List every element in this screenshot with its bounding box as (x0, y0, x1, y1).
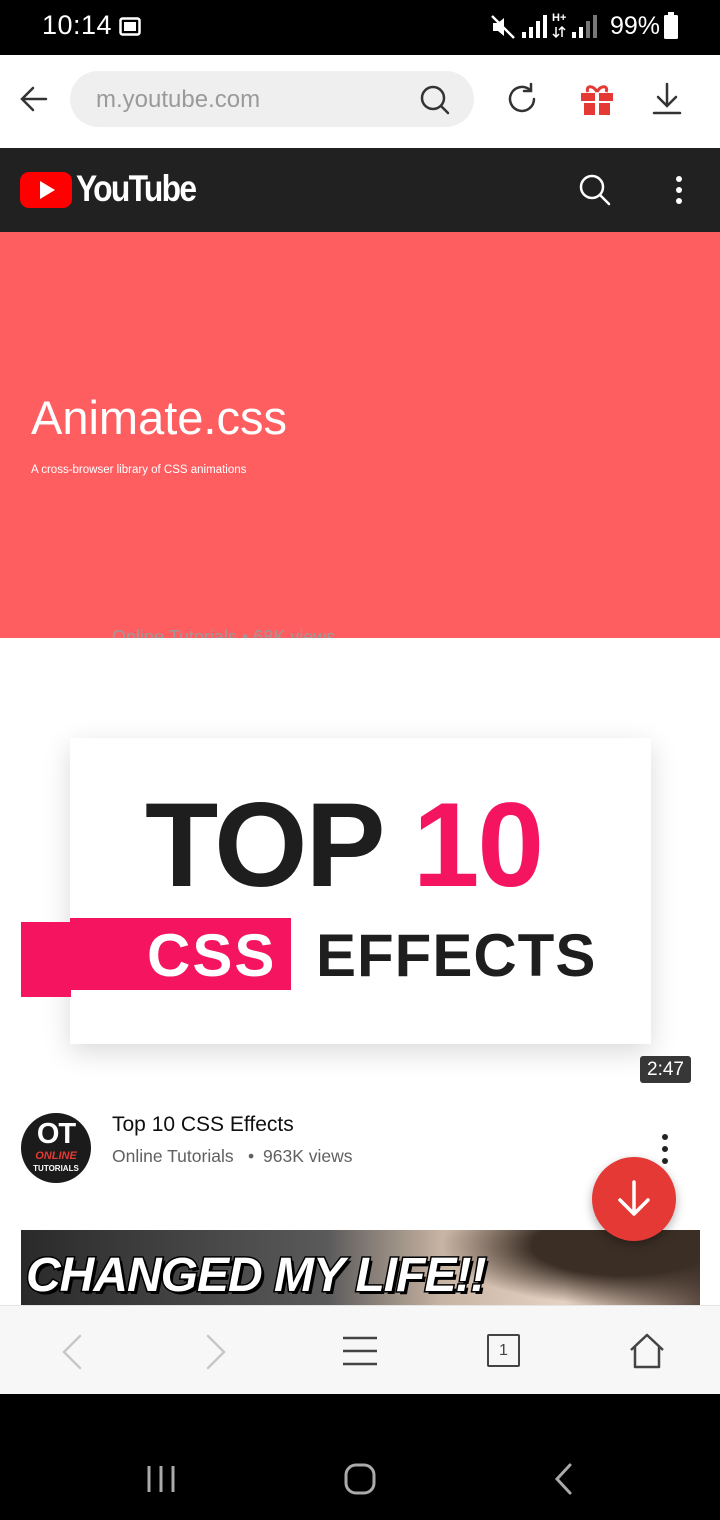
browser-toolbar: m.youtube.com (0, 55, 720, 148)
tabs-icon[interactable]: 1 (487, 1334, 520, 1367)
battery-icon (664, 12, 678, 39)
playing-video-player[interactable]: Animate.css A cross-browser library of C… (0, 232, 720, 638)
nav-back-icon[interactable] (60, 1334, 84, 1370)
channel-avatar[interactable]: OT ONLINE TUTORIALS (21, 1113, 91, 1183)
arrow-down-icon (618, 1180, 650, 1216)
thumbnail-effects-word: EFFECTS (316, 922, 597, 989)
video-more-icon[interactable] (656, 1133, 674, 1165)
thumbnail-top-word: TOP (145, 778, 383, 912)
url-text[interactable]: m.youtube.com (96, 86, 260, 114)
home-icon[interactable] (628, 1332, 666, 1370)
scroll-down-button[interactable] (592, 1157, 676, 1241)
video-duration-badge: 2:47 (640, 1056, 691, 1083)
signal-icon-1 (522, 15, 547, 38)
youtube-wordmark[interactable]: YouTube (76, 168, 197, 210)
thumbnail-number: 10 (412, 778, 544, 912)
tab-count: 1 (499, 1342, 508, 1359)
previous-video-meta: Online Tutorials • 68K views (112, 627, 336, 638)
hero-title: Animate.css (31, 391, 287, 444)
browser-bottom-nav: 1 (0, 1305, 720, 1394)
gift-icon[interactable] (578, 80, 616, 118)
system-home-icon[interactable] (343, 1462, 379, 1496)
next-video-thumbnail[interactable]: CHANGED MY LIFE!! (21, 1230, 700, 1306)
system-navigation-bar (0, 1394, 720, 1520)
signal-icon-2 (572, 15, 597, 38)
back-arrow-icon[interactable] (18, 83, 50, 115)
hamburger-menu-icon[interactable] (342, 1335, 378, 1367)
video-channel-name[interactable]: Online Tutorials (112, 1146, 234, 1167)
video-view-count: 963K views (263, 1146, 353, 1166)
thumbnail-headline: TOP 10 (145, 785, 544, 905)
system-back-icon[interactable] (552, 1462, 576, 1496)
avatar-line3: TUTORIALS (33, 1164, 79, 1173)
battery-percent: 99% (610, 12, 661, 40)
avatar-line2: ONLINE (35, 1150, 77, 1162)
hero-subtitle: A cross-browser library of CSS animation… (31, 464, 247, 476)
reload-icon[interactable] (504, 81, 540, 117)
address-bar[interactable]: m.youtube.com (70, 71, 474, 127)
search-icon[interactable] (418, 83, 452, 117)
download-icon[interactable] (650, 81, 684, 117)
mute-icon (491, 15, 515, 39)
video-title[interactable]: Top 10 CSS Effects (112, 1113, 294, 1137)
network-type: H+ (552, 12, 567, 24)
screenshot-notification-icon (119, 17, 141, 36)
data-arrows-icon (552, 26, 566, 38)
thumbnail-css-word: CSS (147, 922, 277, 989)
youtube-menu-icon[interactable] (670, 174, 688, 206)
youtube-logo-icon[interactable] (20, 172, 72, 208)
recent-apps-icon[interactable] (145, 1464, 177, 1494)
status-time: 10:14 (42, 10, 113, 40)
meta-separator: • (248, 1146, 255, 1166)
status-bar: 10:14 H+ 99% (0, 0, 720, 55)
youtube-search-icon[interactable] (577, 172, 613, 208)
avatar-initials: OT (36, 1118, 76, 1150)
youtube-header: YouTube (0, 148, 720, 232)
nav-forward-icon[interactable] (204, 1334, 228, 1370)
video-thumbnail[interactable]: TOP 10 CSS EFFECTS 2:47 (0, 700, 720, 1095)
next-thumbnail-text: CHANGED MY LIFE!! (24, 1249, 487, 1302)
thumbnail-stripe (21, 922, 71, 997)
